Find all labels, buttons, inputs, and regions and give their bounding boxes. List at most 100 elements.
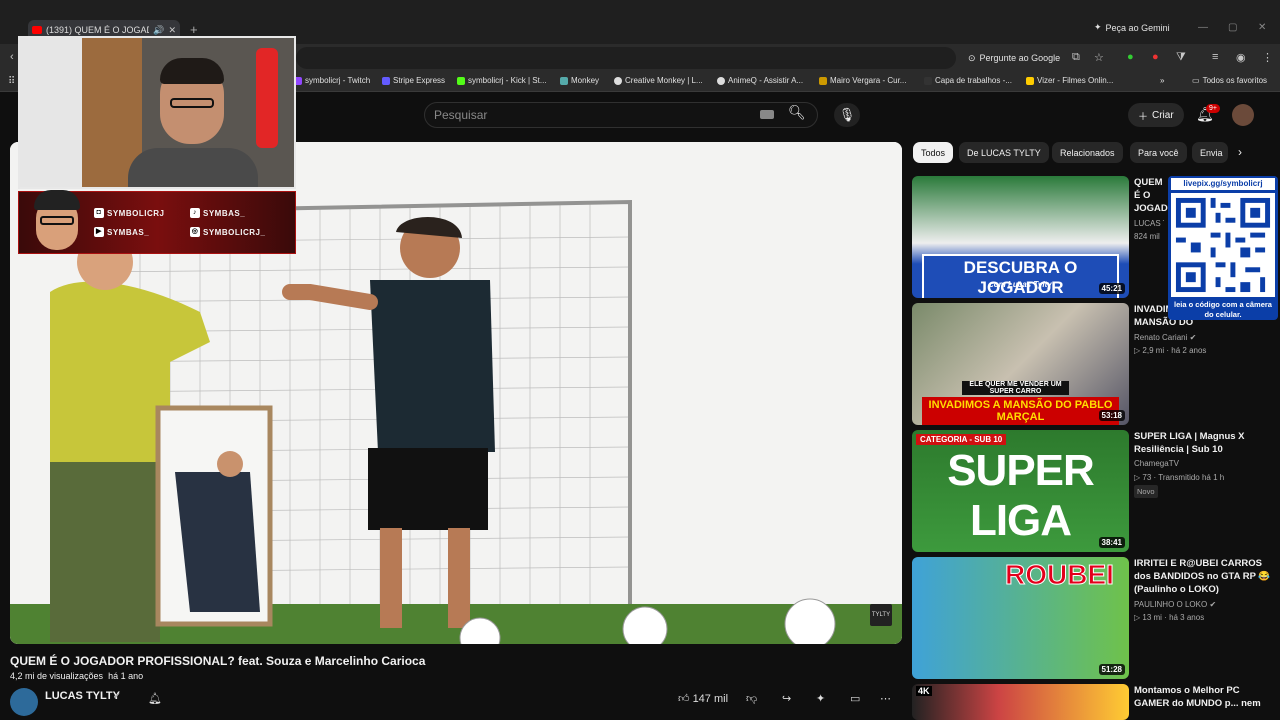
bookmark-label: Creative Monkey | L... xyxy=(625,76,703,85)
extension-icon[interactable]: ● xyxy=(1127,51,1134,63)
gemini-icon: ✦ xyxy=(1094,22,1102,32)
back-icon[interactable]: ‹ xyxy=(10,51,14,63)
all-favorites-label: Todos os favoritos xyxy=(1202,76,1268,85)
chip-related[interactable]: Relacionados xyxy=(1052,142,1123,163)
address-bar[interactable] xyxy=(296,47,956,69)
instagram-handle: ◎ SYMBOLICRJ_ xyxy=(190,227,265,237)
bookmark-label: Stripe Express xyxy=(393,76,446,85)
ask-google-button[interactable]: ⊙ Pergunte ao Google xyxy=(962,49,1066,67)
bookmark-item[interactable]: Stripe Express xyxy=(382,76,445,85)
extension-icon[interactable]: ● xyxy=(1152,51,1159,63)
like-button[interactable]: 👍︎ 147 mil xyxy=(678,692,728,705)
thumbnail-subtext: ELE QUER ME VENDER UM SUPER CARRO xyxy=(962,381,1069,395)
channel-name[interactable]: LUCAS TYLTY xyxy=(45,690,120,702)
handle-text: SYMBOLICRJ_ xyxy=(203,227,266,237)
save-icon[interactable]: ▭ xyxy=(850,692,860,705)
minimize-icon[interactable]: — xyxy=(1198,22,1208,33)
close-icon[interactable]: ✕ xyxy=(168,25,176,36)
related-stats: ▷ 2,9 mi · há 2 anos xyxy=(1134,346,1206,355)
related-channel[interactable]: Renato Cariani ✔ xyxy=(1134,333,1196,342)
ask-google-label: Pergunte ao Google xyxy=(979,53,1061,63)
related-title[interactable]: IRRITEI E R@UBEI CARROS dos BANDIDOS no … xyxy=(1134,557,1274,596)
more-icon[interactable]: ⋯ xyxy=(880,692,891,705)
extensions-puzzle-icon[interactable]: ⧩ xyxy=(1176,51,1186,64)
like-count: 147 mil xyxy=(692,693,729,705)
plus-icon: ＋ xyxy=(1138,111,1148,123)
all-favorites[interactable]: ▭ Todos os favoritos xyxy=(1192,76,1267,85)
bookmark-star-icon[interactable]: ☆ xyxy=(1094,51,1104,64)
account-avatar[interactable] xyxy=(1232,104,1254,126)
gemini-button[interactable]: ✦ Peça ao Gemini xyxy=(1094,22,1170,33)
view-count-icon: ▷ xyxy=(1134,346,1141,355)
twitch-icon: ◘ xyxy=(94,208,104,218)
keyboard-icon[interactable] xyxy=(760,110,774,119)
qr-code-icon xyxy=(1171,193,1275,297)
chip-for-you[interactable]: Para você xyxy=(1130,142,1187,163)
related-stats-text: 73 · Transmitido há 1 h xyxy=(1142,473,1225,482)
qr-instructions: leia o código com a câmera do celular. xyxy=(1174,300,1272,319)
thumbnail-text: INVADIMOS A MANSÃO DO PABLO MARÇAL xyxy=(922,397,1119,425)
related-title[interactable]: Montamos o Melhor PC GAMER do MUNDO p...… xyxy=(1134,684,1274,720)
youtube-play-icon: ▶ xyxy=(94,227,104,237)
share-icon[interactable]: ↪ xyxy=(782,692,791,705)
related-title[interactable]: SUPER LIGA | Magnus X Resiliência | Sub … xyxy=(1134,430,1274,456)
create-button[interactable]: ＋ Criar xyxy=(1128,103,1184,127)
channel-watermark: TYLTY xyxy=(870,604,892,626)
bell-icon[interactable]: 🔔︎ xyxy=(148,692,162,705)
speaker-icon[interactable]: 🔊 xyxy=(153,25,164,36)
verified-icon: ✔ xyxy=(1189,333,1197,342)
install-icon[interactable]: ⧉ xyxy=(1072,51,1080,64)
close-window-icon[interactable]: ✕ xyxy=(1258,22,1266,33)
related-thumbnail[interactable]: DESCUBRA O JOGADOR com Lucas Tylty 45:21 xyxy=(912,176,1129,298)
chip-uploaded[interactable]: Envia xyxy=(1192,142,1228,163)
bookmarks-overflow-icon[interactable]: » xyxy=(1160,76,1164,85)
twitch-handle: ◘ SYMBOLICRJ xyxy=(94,208,164,218)
bookmark-item[interactable]: Creative Monkey | L... xyxy=(614,76,703,85)
tab-title: (1391) QUEM É O JOGADOR xyxy=(46,25,149,35)
maximize-icon[interactable]: ▢ xyxy=(1228,22,1237,33)
chevron-right-icon[interactable]: › xyxy=(1238,145,1242,159)
new-tab-icon[interactable]: + xyxy=(190,22,198,37)
related-stats: ▷ 13 mi · há 3 anos xyxy=(1134,613,1204,622)
chip-from-channel[interactable]: De LUCAS TYLTY xyxy=(959,142,1049,163)
search-icon[interactable]: 🔍︎ xyxy=(788,104,806,121)
folder-icon: ▭ xyxy=(1192,76,1200,85)
bookmark-label: AnimeQ - Assistir A... xyxy=(728,76,804,85)
related-channel[interactable]: ChamegaTV xyxy=(1134,459,1179,468)
thumbnail-subtext: com Lucas Tylty xyxy=(989,280,1052,289)
related-thumbnail[interactable]: INVADIMOS A MANSÃO DO PABLO MARÇAL ELE Q… xyxy=(912,303,1129,425)
bookmark-item[interactable]: Capa de trabalhos -... xyxy=(924,76,1012,85)
thumbnail-text: ROUBEI xyxy=(1005,559,1115,591)
menu-icon[interactable]: ⋮ xyxy=(1262,51,1273,64)
youtube-icon xyxy=(32,26,42,34)
related-thumbnail[interactable]: 4K xyxy=(912,684,1129,720)
create-label: Criar xyxy=(1152,109,1174,121)
profile-icon[interactable]: ◉ xyxy=(1236,51,1246,64)
apps-grid-icon[interactable]: ⠿ xyxy=(8,76,15,87)
bookmark-item[interactable]: symbolicrj - Kick | St... xyxy=(457,76,547,85)
thumbnail-subtext: CATEGORIA - SUB 10 xyxy=(916,434,1007,445)
thumbnail-text: 4K xyxy=(916,686,932,696)
bookmark-item[interactable]: Vizer - Filmes Onlin... xyxy=(1026,76,1113,85)
related-channel[interactable]: PAULINHO O LOKO ✔ xyxy=(1134,600,1216,609)
handle-text: SYMBAS_ xyxy=(107,227,150,237)
related-channel-name: PAULINHO O LOKO xyxy=(1134,600,1208,609)
thanks-icon[interactable]: ✦ xyxy=(816,692,825,705)
bookmark-item[interactable]: symbolicrj - Twitch xyxy=(294,76,370,85)
upload-age: há 1 ano xyxy=(108,671,144,681)
chip-all[interactable]: Todos xyxy=(913,142,954,163)
new-badge: Novo xyxy=(1134,485,1158,498)
channel-avatar[interactable] xyxy=(10,688,38,716)
related-thumbnail[interactable]: CATEGORIA - SUB 10 SUPER LIGA 38:41 xyxy=(912,430,1129,552)
google-lens-icon: ⊙ xyxy=(968,52,976,63)
bookmark-item[interactable]: Monkey xyxy=(560,76,599,85)
dislike-icon[interactable]: 👎︎ xyxy=(746,692,757,705)
related-channel[interactable]: LUCAS TYLTY xyxy=(1134,219,1164,228)
microphone-icon[interactable]: 🎙︎ xyxy=(834,103,860,127)
bookmark-label: Vizer - Filmes Onlin... xyxy=(1037,76,1114,85)
bookmark-item[interactable]: AnimeQ - Assistir A... xyxy=(717,76,803,85)
reading-list-icon[interactable]: ≡ xyxy=(1212,51,1218,63)
related-thumbnail[interactable]: ROUBEI 51:28 xyxy=(912,557,1129,679)
bookmark-item[interactable]: Mairo Vergara - Cur... xyxy=(819,76,906,85)
related-title[interactable]: QUEM É O JOGADOR PROFISSIONAL? feat. Sou… xyxy=(1134,176,1168,215)
